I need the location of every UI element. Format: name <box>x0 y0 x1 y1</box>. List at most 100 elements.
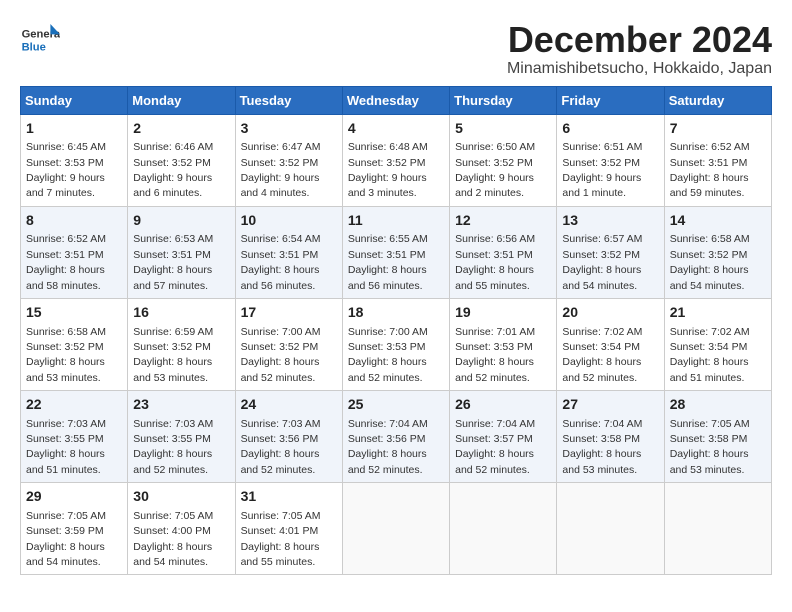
day-number: 30 <box>133 487 229 507</box>
calendar-cell: 21 Sunrise: 7:02 AMSunset: 3:54 PMDaylig… <box>664 298 771 390</box>
day-info: Sunrise: 6:58 AMSunset: 3:52 PMDaylight:… <box>26 326 106 384</box>
day-info: Sunrise: 7:01 AMSunset: 3:53 PMDaylight:… <box>455 326 535 384</box>
weekday-header-thursday: Thursday <box>450 86 557 114</box>
day-info: Sunrise: 7:03 AMSunset: 3:55 PMDaylight:… <box>133 418 213 476</box>
day-info: Sunrise: 6:55 AMSunset: 3:51 PMDaylight:… <box>348 233 428 291</box>
day-number: 10 <box>241 211 337 231</box>
day-number: 8 <box>26 211 122 231</box>
title-block: December 2024 Minamishibetsucho, Hokkaid… <box>507 20 772 78</box>
calendar-cell: 3 Sunrise: 6:47 AMSunset: 3:52 PMDayligh… <box>235 114 342 206</box>
weekday-header-monday: Monday <box>128 86 235 114</box>
day-number: 23 <box>133 395 229 415</box>
day-number: 2 <box>133 119 229 139</box>
calendar-cell <box>450 483 557 575</box>
calendar-cell: 12 Sunrise: 6:56 AMSunset: 3:51 PMDaylig… <box>450 206 557 298</box>
day-info: Sunrise: 6:57 AMSunset: 3:52 PMDaylight:… <box>562 233 642 291</box>
day-number: 29 <box>26 487 122 507</box>
day-number: 22 <box>26 395 122 415</box>
calendar-week-row: 29 Sunrise: 7:05 AMSunset: 3:59 PMDaylig… <box>21 483 772 575</box>
calendar-cell <box>342 483 449 575</box>
day-number: 14 <box>670 211 766 231</box>
day-info: Sunrise: 7:03 AMSunset: 3:56 PMDaylight:… <box>241 418 321 476</box>
day-info: Sunrise: 6:45 AMSunset: 3:53 PMDaylight:… <box>26 141 106 199</box>
day-number: 21 <box>670 303 766 323</box>
day-number: 25 <box>348 395 444 415</box>
calendar-week-row: 22 Sunrise: 7:03 AMSunset: 3:55 PMDaylig… <box>21 391 772 483</box>
calendar-cell: 31 Sunrise: 7:05 AMSunset: 4:01 PMDaylig… <box>235 483 342 575</box>
day-number: 3 <box>241 119 337 139</box>
calendar-cell: 4 Sunrise: 6:48 AMSunset: 3:52 PMDayligh… <box>342 114 449 206</box>
calendar-cell: 13 Sunrise: 6:57 AMSunset: 3:52 PMDaylig… <box>557 206 664 298</box>
calendar-cell: 25 Sunrise: 7:04 AMSunset: 3:56 PMDaylig… <box>342 391 449 483</box>
day-info: Sunrise: 7:02 AMSunset: 3:54 PMDaylight:… <box>670 326 750 384</box>
calendar-cell <box>557 483 664 575</box>
day-info: Sunrise: 6:47 AMSunset: 3:52 PMDaylight:… <box>241 141 321 199</box>
logo: General Blue <box>20 20 64 60</box>
calendar-cell: 14 Sunrise: 6:58 AMSunset: 3:52 PMDaylig… <box>664 206 771 298</box>
day-info: Sunrise: 7:05 AMSunset: 4:01 PMDaylight:… <box>241 510 321 568</box>
day-number: 12 <box>455 211 551 231</box>
day-info: Sunrise: 7:03 AMSunset: 3:55 PMDaylight:… <box>26 418 106 476</box>
calendar-cell: 2 Sunrise: 6:46 AMSunset: 3:52 PMDayligh… <box>128 114 235 206</box>
day-info: Sunrise: 6:48 AMSunset: 3:52 PMDaylight:… <box>348 141 428 199</box>
day-number: 24 <box>241 395 337 415</box>
calendar-cell: 27 Sunrise: 7:04 AMSunset: 3:58 PMDaylig… <box>557 391 664 483</box>
location-title: Minamishibetsucho, Hokkaido, Japan <box>507 60 772 78</box>
day-info: Sunrise: 6:56 AMSunset: 3:51 PMDaylight:… <box>455 233 535 291</box>
day-number: 11 <box>348 211 444 231</box>
calendar-cell: 1 Sunrise: 6:45 AMSunset: 3:53 PMDayligh… <box>21 114 128 206</box>
calendar-cell: 30 Sunrise: 7:05 AMSunset: 4:00 PMDaylig… <box>128 483 235 575</box>
page-header: General Blue December 2024 Minamishibets… <box>20 20 772 78</box>
calendar-cell: 15 Sunrise: 6:58 AMSunset: 3:52 PMDaylig… <box>21 298 128 390</box>
calendar-week-row: 8 Sunrise: 6:52 AMSunset: 3:51 PMDayligh… <box>21 206 772 298</box>
day-info: Sunrise: 7:05 AMSunset: 4:00 PMDaylight:… <box>133 510 213 568</box>
day-number: 28 <box>670 395 766 415</box>
day-info: Sunrise: 7:05 AMSunset: 3:59 PMDaylight:… <box>26 510 106 568</box>
calendar-cell: 26 Sunrise: 7:04 AMSunset: 3:57 PMDaylig… <box>450 391 557 483</box>
day-info: Sunrise: 7:05 AMSunset: 3:58 PMDaylight:… <box>670 418 750 476</box>
day-number: 20 <box>562 303 658 323</box>
calendar-cell: 17 Sunrise: 7:00 AMSunset: 3:52 PMDaylig… <box>235 298 342 390</box>
day-info: Sunrise: 6:50 AMSunset: 3:52 PMDaylight:… <box>455 141 535 199</box>
calendar-cell: 24 Sunrise: 7:03 AMSunset: 3:56 PMDaylig… <box>235 391 342 483</box>
calendar-cell: 23 Sunrise: 7:03 AMSunset: 3:55 PMDaylig… <box>128 391 235 483</box>
weekday-header-friday: Friday <box>557 86 664 114</box>
month-title: December 2024 <box>507 20 772 60</box>
day-number: 13 <box>562 211 658 231</box>
day-info: Sunrise: 7:00 AMSunset: 3:52 PMDaylight:… <box>241 326 321 384</box>
day-number: 31 <box>241 487 337 507</box>
calendar-week-row: 15 Sunrise: 6:58 AMSunset: 3:52 PMDaylig… <box>21 298 772 390</box>
day-info: Sunrise: 6:52 AMSunset: 3:51 PMDaylight:… <box>26 233 106 291</box>
day-number: 16 <box>133 303 229 323</box>
calendar-cell: 29 Sunrise: 7:05 AMSunset: 3:59 PMDaylig… <box>21 483 128 575</box>
day-info: Sunrise: 6:53 AMSunset: 3:51 PMDaylight:… <box>133 233 213 291</box>
calendar-table: SundayMondayTuesdayWednesdayThursdayFrid… <box>20 86 772 576</box>
day-info: Sunrise: 7:04 AMSunset: 3:57 PMDaylight:… <box>455 418 535 476</box>
calendar-cell: 18 Sunrise: 7:00 AMSunset: 3:53 PMDaylig… <box>342 298 449 390</box>
calendar-cell: 7 Sunrise: 6:52 AMSunset: 3:51 PMDayligh… <box>664 114 771 206</box>
calendar-cell: 19 Sunrise: 7:01 AMSunset: 3:53 PMDaylig… <box>450 298 557 390</box>
day-number: 15 <box>26 303 122 323</box>
calendar-cell: 6 Sunrise: 6:51 AMSunset: 3:52 PMDayligh… <box>557 114 664 206</box>
calendar-cell: 5 Sunrise: 6:50 AMSunset: 3:52 PMDayligh… <box>450 114 557 206</box>
day-info: Sunrise: 6:59 AMSunset: 3:52 PMDaylight:… <box>133 326 213 384</box>
weekday-header-sunday: Sunday <box>21 86 128 114</box>
calendar-cell: 8 Sunrise: 6:52 AMSunset: 3:51 PMDayligh… <box>21 206 128 298</box>
day-number: 7 <box>670 119 766 139</box>
day-number: 17 <box>241 303 337 323</box>
calendar-cell: 11 Sunrise: 6:55 AMSunset: 3:51 PMDaylig… <box>342 206 449 298</box>
day-number: 27 <box>562 395 658 415</box>
day-number: 26 <box>455 395 551 415</box>
day-info: Sunrise: 6:54 AMSunset: 3:51 PMDaylight:… <box>241 233 321 291</box>
calendar-week-row: 1 Sunrise: 6:45 AMSunset: 3:53 PMDayligh… <box>21 114 772 206</box>
day-info: Sunrise: 6:52 AMSunset: 3:51 PMDaylight:… <box>670 141 750 199</box>
calendar-cell <box>664 483 771 575</box>
day-number: 1 <box>26 119 122 139</box>
calendar-cell: 20 Sunrise: 7:02 AMSunset: 3:54 PMDaylig… <box>557 298 664 390</box>
day-info: Sunrise: 7:04 AMSunset: 3:58 PMDaylight:… <box>562 418 642 476</box>
weekday-header-wednesday: Wednesday <box>342 86 449 114</box>
calendar-cell: 28 Sunrise: 7:05 AMSunset: 3:58 PMDaylig… <box>664 391 771 483</box>
day-info: Sunrise: 6:58 AMSunset: 3:52 PMDaylight:… <box>670 233 750 291</box>
calendar-cell: 10 Sunrise: 6:54 AMSunset: 3:51 PMDaylig… <box>235 206 342 298</box>
day-number: 19 <box>455 303 551 323</box>
